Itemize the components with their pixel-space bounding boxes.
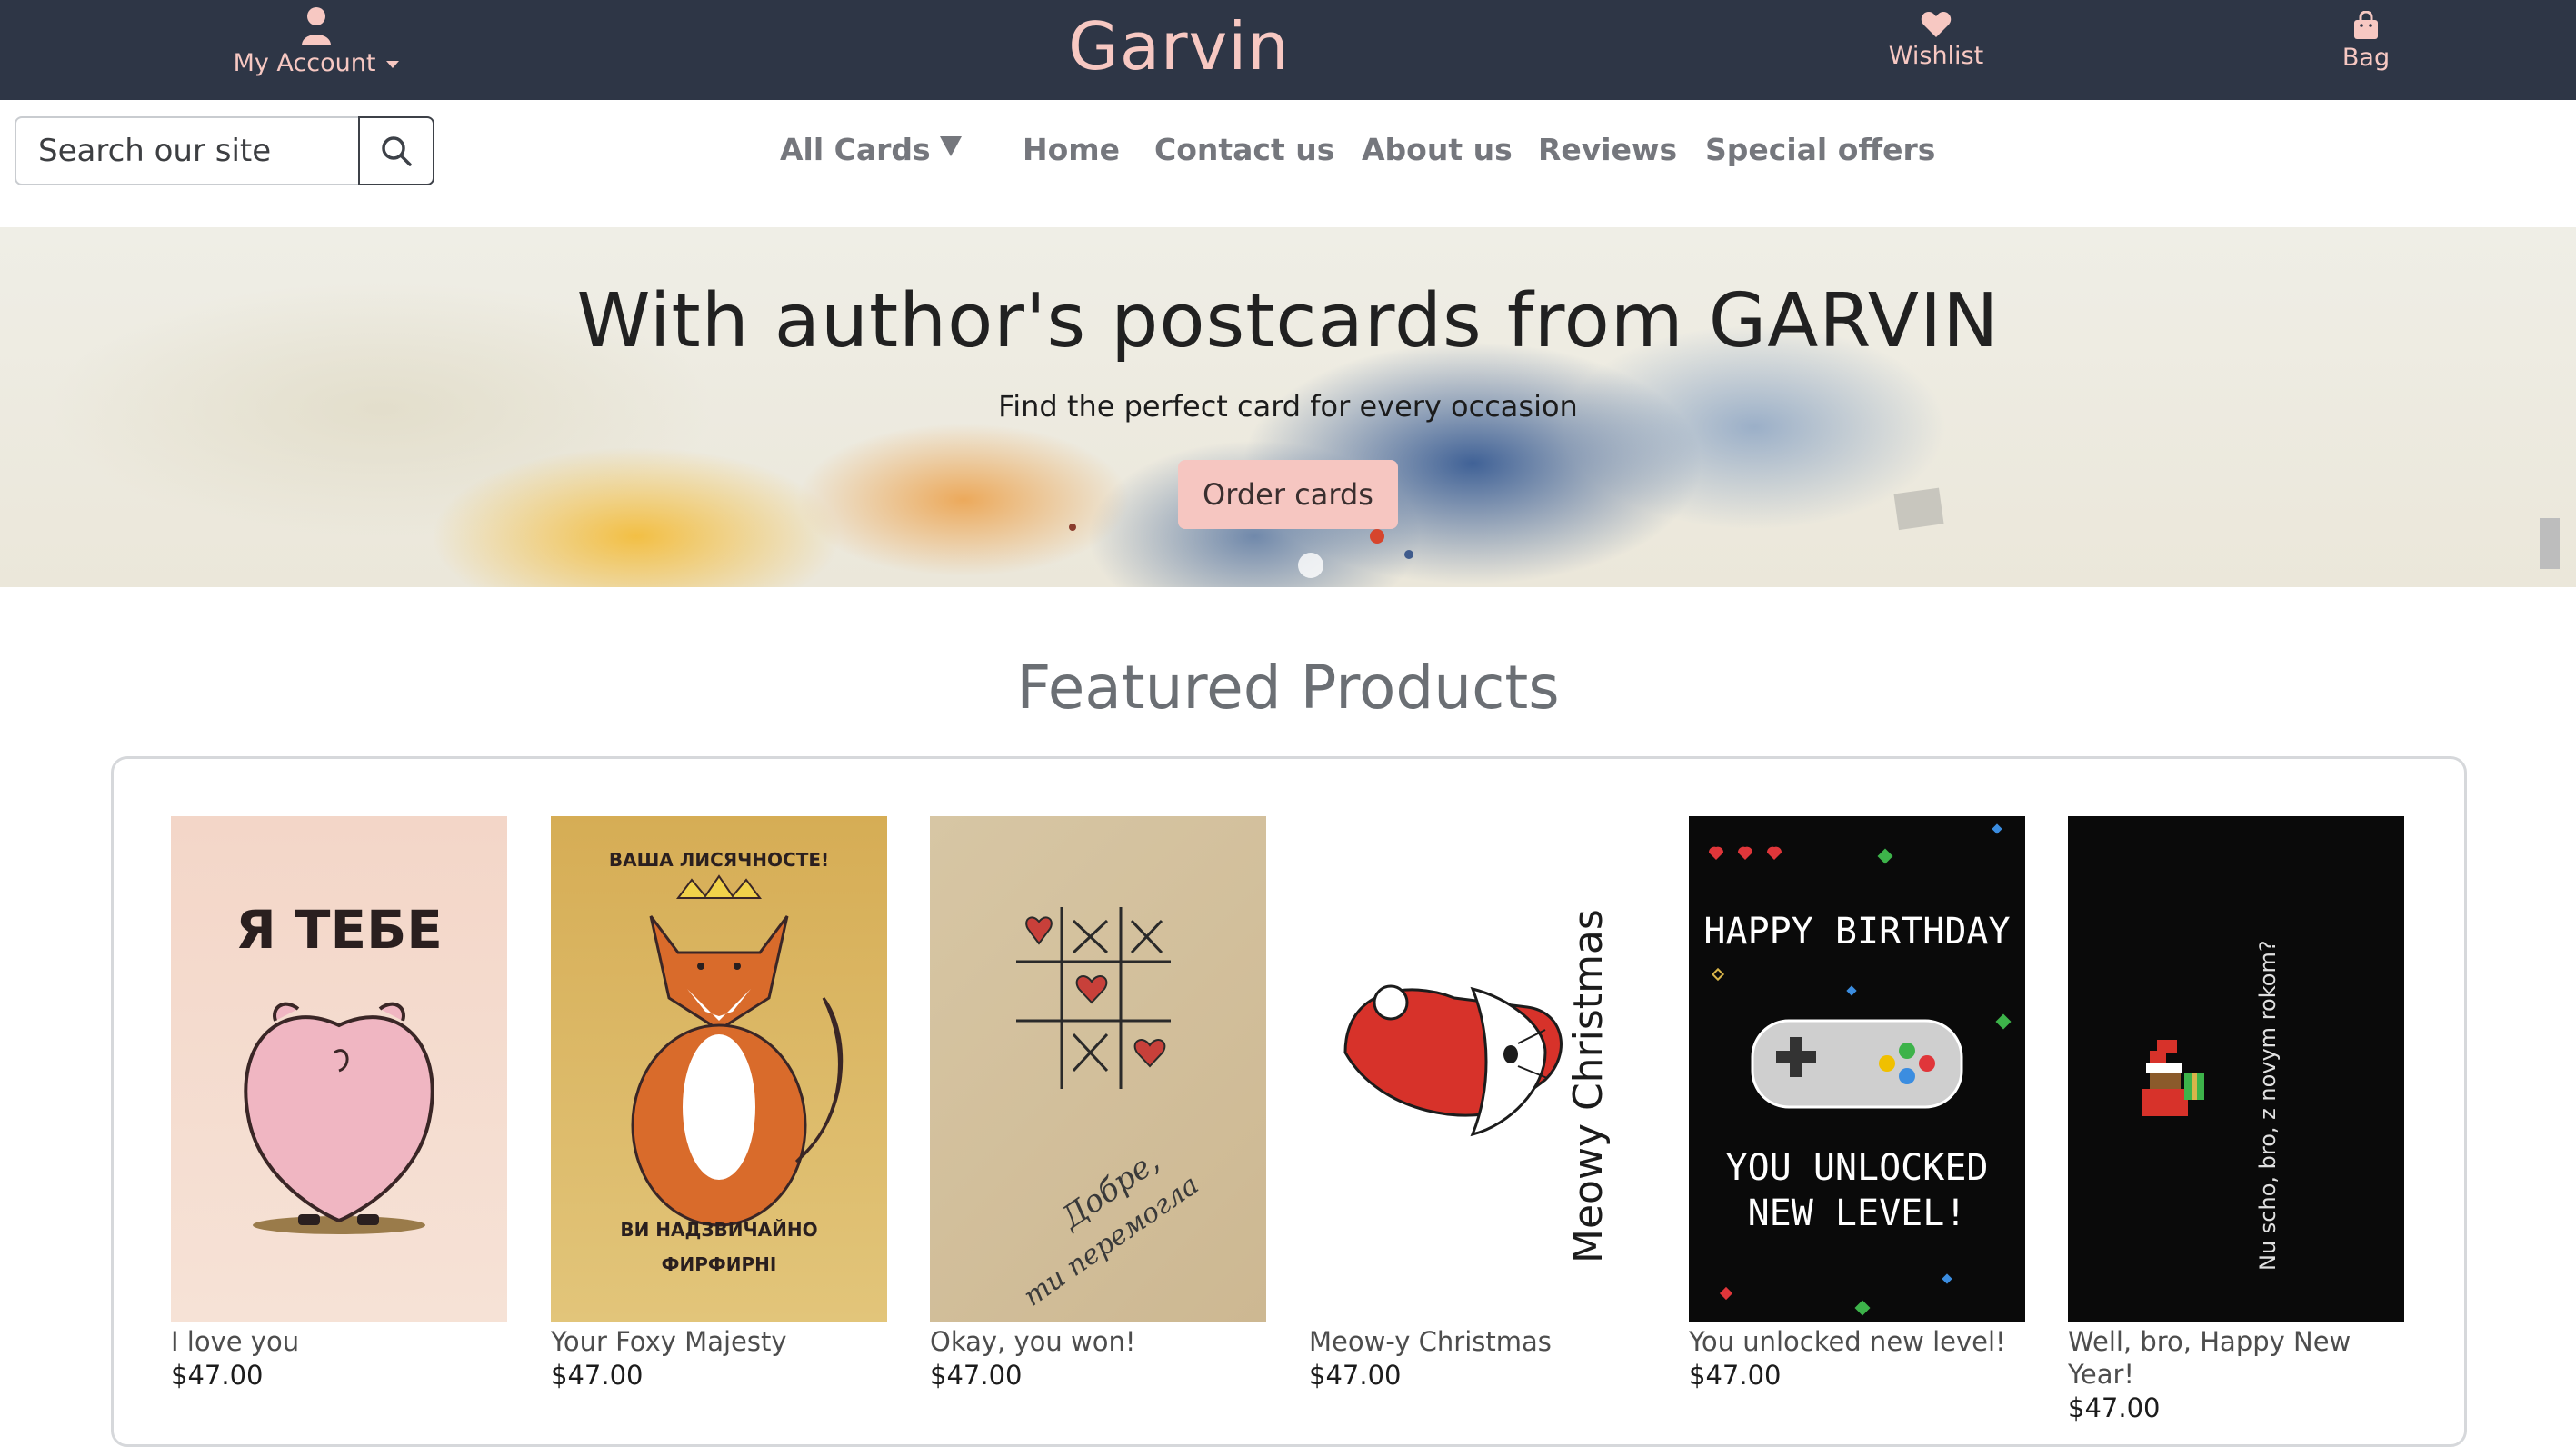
nav-contact-us[interactable]: Contact us — [1154, 127, 1334, 173]
search-form — [15, 116, 434, 185]
hero-subtitle: Find the perfect card for every occasion — [998, 389, 1578, 424]
card-text: NEW LEVEL! — [1748, 1193, 1967, 1234]
product-price: $47.00 — [171, 1360, 264, 1391]
product-image-new-year[interactable]: Nu scho, bro, z novym rokom? — [2068, 816, 2404, 1322]
wishlist-link[interactable]: Wishlist — [1872, 11, 2000, 70]
card-text: Meowy Christmas — [1565, 909, 1612, 1263]
product-card[interactable]: ВАША ЛИСЯЧНОСТЕ! ВИ НАДЗВИЧАЙНО ФИРФИРНІ… — [551, 816, 887, 1392]
pixel-santa-illustration: Nu scho, bro, z novym rokom? — [2142, 940, 2281, 1271]
card-text: Я ТЕБЕ — [235, 899, 443, 961]
product-card[interactable]: Nu scho, bro, z novym rokom? Well, bro, … — [2068, 816, 2404, 1425]
product-price: $47.00 — [2068, 1392, 2161, 1423]
nav-special-offers[interactable]: Special offers — [1705, 127, 1935, 173]
card-text: HAPPY BIRTHDAY — [1703, 911, 2010, 953]
product-name[interactable]: Your Foxy Majesty — [551, 1325, 887, 1358]
hero-banner: With author's postcards from GARVIN Find… — [0, 227, 2576, 587]
product-price: $47.00 — [1309, 1360, 1402, 1391]
brand-logo[interactable]: Garvin — [993, 5, 1365, 87]
game-controller-illustration: HAPPY BIRTHDAY YOU UNLOCKED NEW LEVEL! — [1703, 823, 2012, 1316]
nav-about-us[interactable]: About us — [1362, 127, 1513, 173]
product-image-fox[interactable]: ВАША ЛИСЯЧНОСТЕ! ВИ НАДЗВИЧАЙНО ФИРФИРНІ — [551, 816, 887, 1322]
product-name[interactable]: Meow-y Christmas — [1309, 1325, 1645, 1358]
nav-reviews[interactable]: Reviews — [1538, 127, 1677, 173]
nav-home[interactable]: Home — [1023, 127, 1120, 173]
fox-illustration: ВАША ЛИСЯЧНОСТЕ! ВИ НАДЗВИЧАЙНО ФИРФИРНІ — [609, 849, 844, 1275]
nav-all-cards-label: All Cards — [780, 132, 931, 167]
search-icon — [382, 136, 412, 166]
product-card[interactable]: Я ТЕБЕ I love you $47.00 — [171, 816, 507, 1392]
search-input[interactable] — [16, 118, 358, 184]
hero-title: With author's postcards from GARVIN — [576, 278, 2000, 364]
tic-tac-toe-illustration: Добре, ти перемогла — [1016, 907, 1204, 1312]
featured-products-title: Featured Products — [1016, 653, 1560, 723]
product-name[interactable]: Well, bro, Happy New Year! — [2068, 1325, 2404, 1391]
shopping-bag-icon — [2354, 11, 2378, 39]
card-text: ВИ НАДЗВИЧАЙНО — [620, 1219, 817, 1241]
product-name[interactable]: You unlocked new level! — [1689, 1325, 2025, 1358]
chevron-down-icon — [386, 60, 400, 68]
bag-label: Bag — [2341, 44, 2391, 72]
top-bar: My Account Garvin Wishlist Bag — [0, 0, 2576, 100]
my-account-menu[interactable]: My Account — [225, 5, 407, 77]
product-card[interactable]: Добре, ти перемогла Okay, you won! $47.0… — [930, 816, 1266, 1392]
my-account-label: My Account — [233, 49, 376, 77]
card-text: Nu scho, bro, z novym rokom? — [2255, 940, 2281, 1271]
product-image-birthday[interactable]: HAPPY BIRTHDAY YOU UNLOCKED NEW LEVEL! — [1689, 816, 2025, 1322]
user-icon — [302, 7, 331, 45]
pig-illustration: Я ТЕБЕ — [235, 899, 443, 1234]
product-card[interactable]: Meowy Christmas Meow-y Christmas $47.00 — [1309, 816, 1645, 1392]
search-button[interactable] — [358, 116, 434, 185]
card-text: YOU UNLOCKED — [1726, 1147, 1989, 1189]
product-card[interactable]: HAPPY BIRTHDAY YOU UNLOCKED NEW LEVEL! Y… — [1689, 816, 2025, 1392]
cat-santa-illustration: Meowy Christmas — [1343, 909, 1612, 1263]
bag-link[interactable]: Bag — [2316, 11, 2416, 72]
order-cards-button[interactable]: Order cards — [1178, 460, 1398, 529]
card-text: ФИРФИРНІ — [662, 1253, 777, 1275]
product-price: $47.00 — [551, 1360, 644, 1391]
card-text: ВАША ЛИСЯЧНОСТЕ! — [609, 849, 829, 871]
wishlist-label: Wishlist — [1888, 42, 1984, 70]
product-price: $47.00 — [1689, 1360, 1782, 1391]
product-name[interactable]: I love you — [171, 1325, 507, 1358]
caret-down-icon — [939, 136, 962, 156]
nav-all-cards-dropdown[interactable]: All Cards — [780, 127, 962, 173]
heart-icon — [1921, 12, 1952, 37]
product-image-cat-christmas[interactable]: Meowy Christmas — [1309, 816, 1645, 1322]
product-price: $47.00 — [930, 1360, 1023, 1391]
product-image-pig[interactable]: Я ТЕБЕ — [171, 816, 507, 1322]
product-name[interactable]: Okay, you won! — [930, 1325, 1266, 1358]
product-image-tictactoe[interactable]: Добре, ти перемогла — [930, 816, 1266, 1322]
